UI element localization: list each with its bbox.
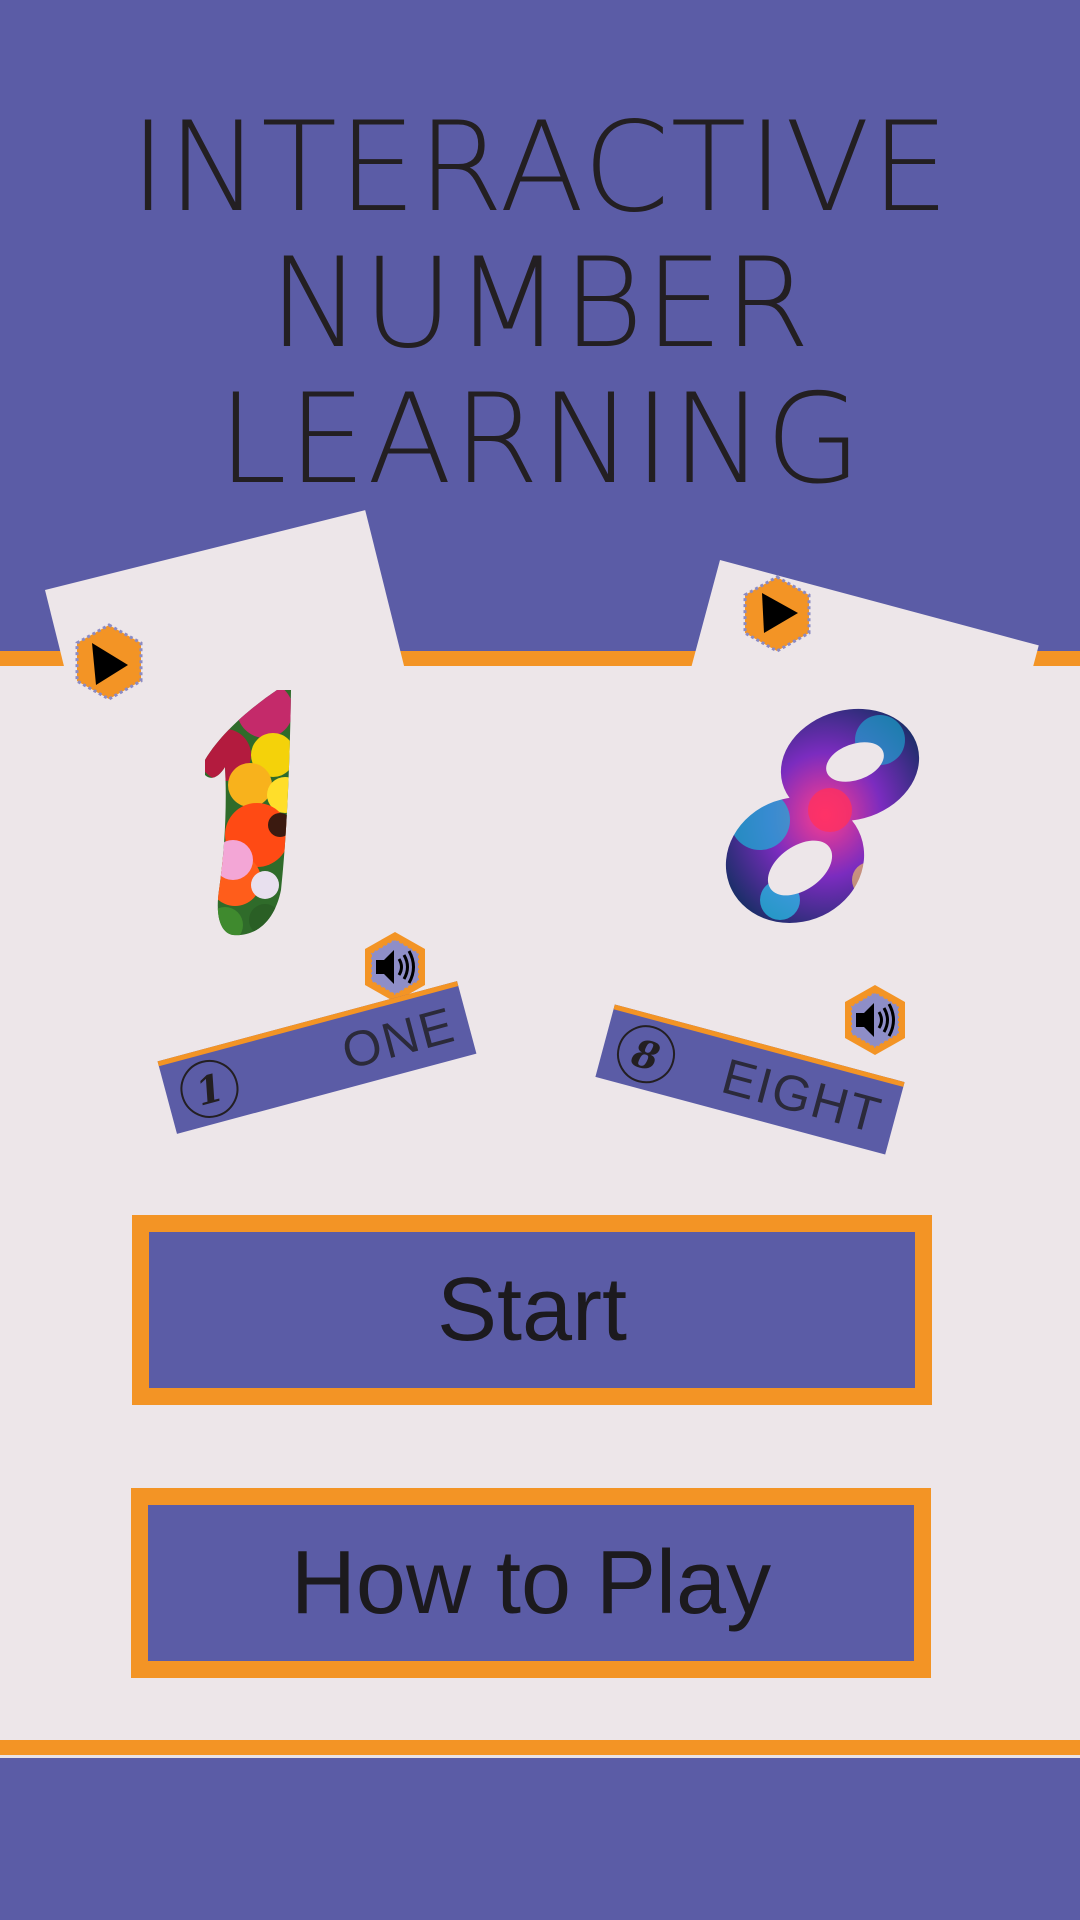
title-line-2: NUMBER — [268, 232, 812, 376]
plate-word: EIGHT — [716, 1047, 888, 1145]
number-label-one: 1 ONE — [157, 981, 477, 1134]
numeral-eight-artwork — [720, 700, 930, 930]
title-line-3: LEARNING — [217, 368, 863, 512]
plate-digit: 1 — [173, 1053, 245, 1125]
how-to-play-button[interactable]: How to Play — [131, 1488, 931, 1678]
numeral-one-artwork — [205, 690, 291, 936]
play-icon[interactable] — [70, 623, 148, 701]
play-icon[interactable] — [738, 575, 816, 653]
speaker-icon[interactable] — [838, 983, 912, 1057]
title-line-1: INTERACTIVE — [129, 96, 951, 240]
plate-word: ONE — [336, 996, 462, 1081]
footer-divider — [0, 1740, 1080, 1755]
footer-band — [0, 1755, 1080, 1920]
app-title: INTERACTIVE NUMBER LEARNING — [0, 100, 1080, 508]
plate-digit: 8 — [610, 1018, 682, 1090]
start-button[interactable]: Start — [132, 1215, 932, 1405]
